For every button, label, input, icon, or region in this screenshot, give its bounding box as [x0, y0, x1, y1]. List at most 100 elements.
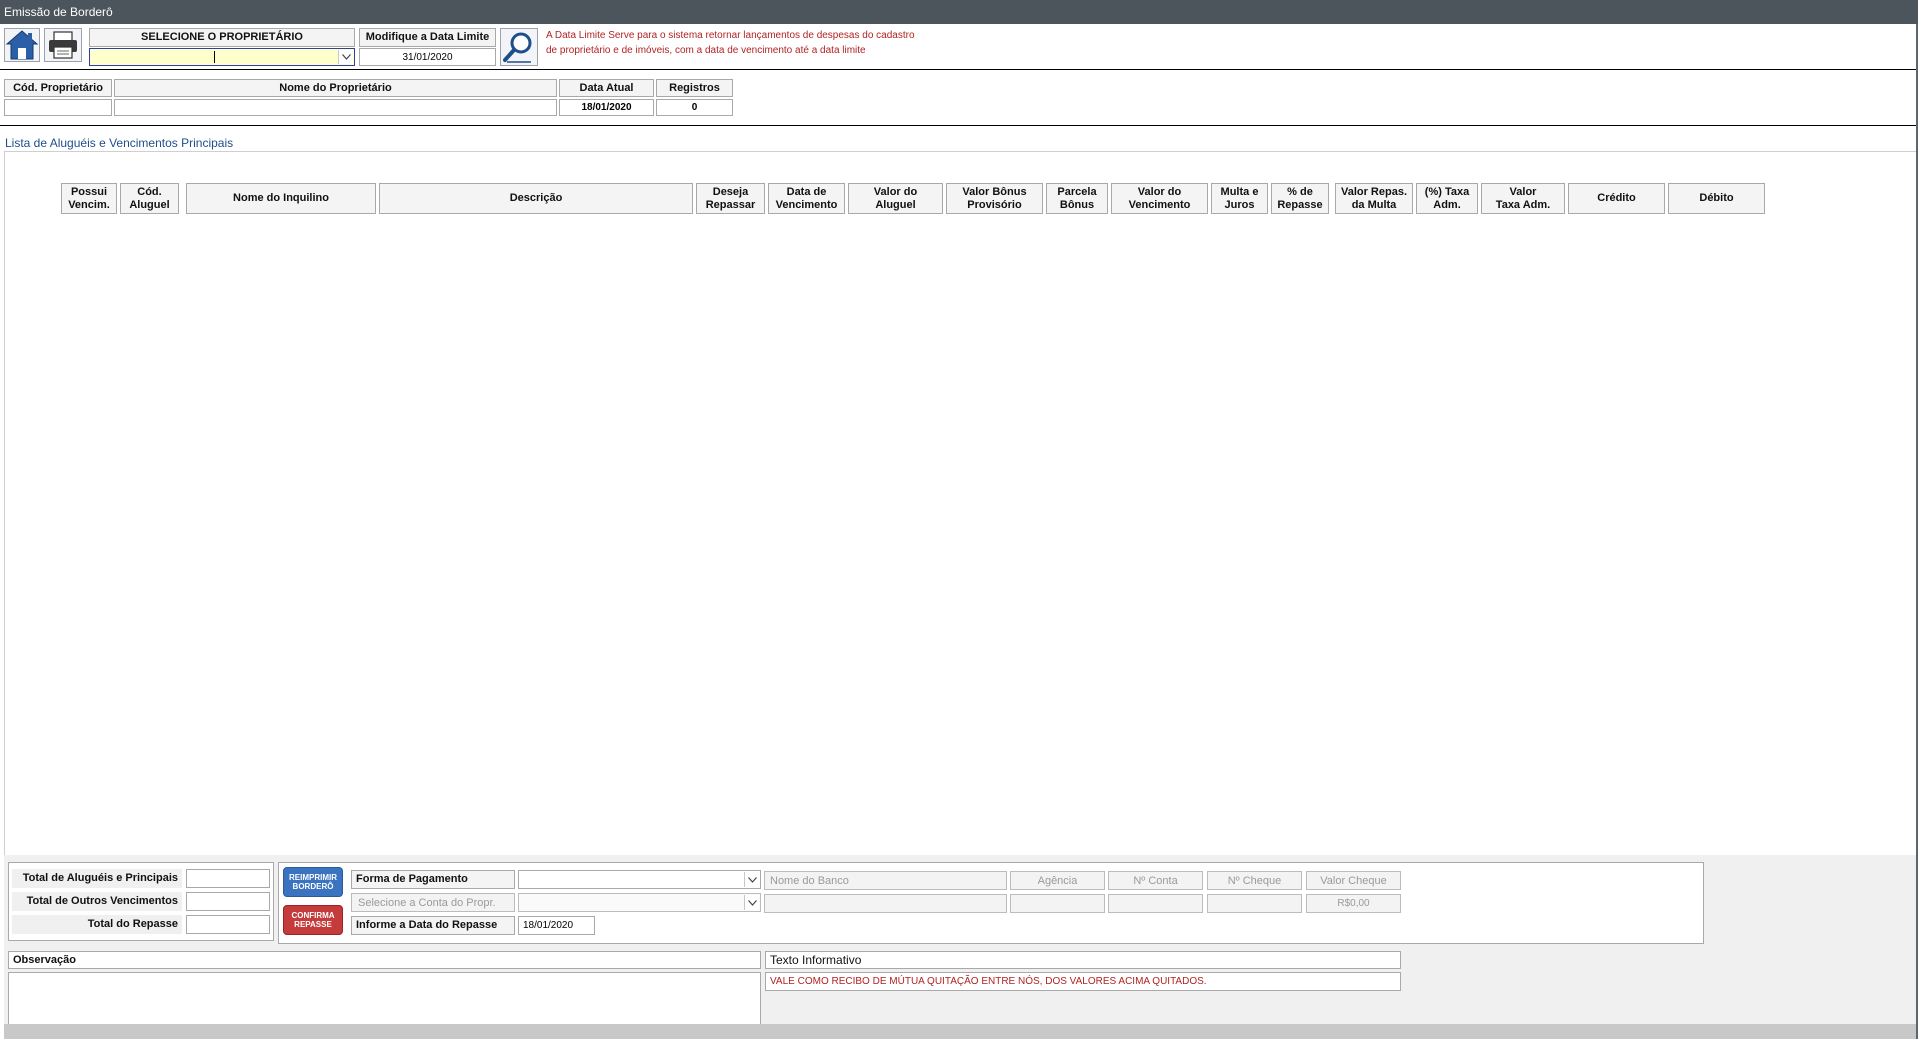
- list-column-header-label: Descrição: [509, 192, 563, 204]
- owner-divider: [0, 125, 1916, 126]
- list-title: Lista de Aluguéis e Vencimentos Principa…: [5, 136, 234, 150]
- current-date-value: 18/01/2020: [559, 99, 654, 116]
- status-strip: [4, 1024, 1916, 1039]
- bank-name-label: Nome do Banco: [764, 871, 1007, 890]
- list-column-header-label: Aluguel: [129, 198, 170, 211]
- list-column-header[interactable]: Débito: [1668, 183, 1765, 214]
- list-column-header-label: Taxa Adm.: [1495, 198, 1551, 211]
- window-title: Emissão de Borderô: [4, 5, 113, 19]
- list-column-header[interactable]: Deseja Repassar: [696, 183, 765, 214]
- date-limit-input[interactable]: 31/01/2020: [359, 48, 496, 66]
- list-column-header[interactable]: Cód. Aluguel: [120, 183, 179, 214]
- list-column-header[interactable]: Multa e Juros: [1211, 183, 1268, 214]
- records-value: 0: [656, 99, 733, 116]
- list-column-header[interactable]: Nome do Inquilino: [186, 183, 376, 214]
- window-title-bar: Emissão de Borderô: [0, 0, 1918, 24]
- list-column-header-label: Nome do Inquilino: [233, 192, 329, 204]
- total-other-label: Total de Outros Vencimentos: [12, 892, 182, 911]
- agency-value: [1010, 894, 1105, 913]
- payment-method-select[interactable]: [518, 870, 761, 889]
- list-column-header-label: Possui: [70, 185, 108, 198]
- printer-icon: [49, 31, 77, 59]
- list-column-header-label: Valor do: [1137, 185, 1182, 198]
- list-column-header-label: Repasse: [1277, 198, 1323, 211]
- list-column-header[interactable]: Valor Taxa Adm.: [1481, 183, 1565, 214]
- list-column-header-label: Provisório: [967, 198, 1022, 211]
- list-column-header-label: % de: [1287, 185, 1313, 198]
- chevron-down-icon[interactable]: [744, 872, 759, 887]
- agency-label: Agência: [1010, 871, 1105, 890]
- total-rent-value: [186, 869, 270, 888]
- list-column-header-label: Aluguel: [875, 198, 916, 211]
- chevron-down-icon[interactable]: [744, 895, 759, 910]
- list-column-header-label: Cód.: [137, 185, 162, 198]
- list-column-header-label: Valor Bônus: [962, 185, 1027, 198]
- owner-name-header: Nome do Proprietário: [114, 79, 557, 97]
- list-column-header-label: Parcela: [1057, 185, 1097, 198]
- payment-method-label: Forma de Pagamento: [351, 870, 515, 889]
- list-column-header[interactable]: % de Repasse: [1271, 183, 1329, 214]
- list-column-header-label: Multa e: [1220, 185, 1259, 198]
- owner-code-value: [4, 99, 112, 116]
- list-column-header-label: Repassar: [705, 198, 756, 211]
- print-button[interactable]: [44, 28, 82, 62]
- list-column-header-label: Juros: [1224, 198, 1255, 211]
- total-transfer-label: Total do Repasse: [12, 915, 182, 934]
- rent-list[interactable]: Possui Vencim. Cód. Aluguel Nome do Inquilin…: [4, 152, 1916, 855]
- list-column-header-label: Valor Repas.: [1340, 185, 1408, 198]
- informative-text-label: Texto Informativo: [765, 951, 1401, 969]
- search-button[interactable]: [500, 28, 538, 66]
- home-icon: [5, 30, 39, 60]
- list-column-header-label: Valor: [1509, 185, 1537, 198]
- list-column-header-label: Vencimento: [1128, 198, 1191, 211]
- owner-select-header: SELECIONE O PROPRIETÁRIO: [89, 28, 355, 47]
- home-button[interactable]: [4, 28, 40, 62]
- list-column-header[interactable]: Crédito: [1568, 183, 1665, 214]
- list-column-header-label: (%) Taxa: [1424, 185, 1470, 198]
- list-column-header-label: Adm.: [1433, 198, 1461, 211]
- transfer-date-input[interactable]: 18/01/2020: [518, 916, 595, 935]
- list-column-header[interactable]: Valor do Vencimento: [1111, 183, 1208, 214]
- list-column-header-label: Valor do: [873, 185, 918, 198]
- account-number-value: [1108, 894, 1203, 913]
- check-number-value: [1207, 894, 1302, 913]
- list-column-header[interactable]: Descrição: [379, 183, 693, 214]
- list-column-header-label: Crédito: [1597, 192, 1636, 204]
- records-header: Registros: [656, 79, 733, 97]
- owner-code-header: Cód. Proprietário: [4, 79, 112, 97]
- observation-label: Observação: [8, 951, 761, 969]
- list-column-header[interactable]: Valor Repas. da Multa: [1335, 183, 1413, 214]
- text-cursor: [214, 51, 215, 63]
- account-number-label: Nº Conta: [1108, 871, 1203, 890]
- list-column-header-label: Data de: [786, 185, 827, 198]
- list-column-header-label: da Multa: [1351, 198, 1397, 211]
- owner-select[interactable]: [89, 48, 355, 66]
- bank-name-value: [764, 894, 1007, 913]
- informative-text-value[interactable]: VALE COMO RECIBO DE MÚTUA QUITAÇÃO ENTRE…: [765, 972, 1401, 991]
- date-limit-info: A Data Limite Serve para o sistema retor…: [546, 28, 1006, 58]
- list-column-header[interactable]: Valor do Aluguel: [848, 183, 943, 214]
- account-select[interactable]: [518, 893, 761, 912]
- list-column-header-label: Vencimento: [775, 198, 838, 211]
- total-transfer-value: [186, 915, 270, 934]
- date-limit-info-line2: de proprietário e de imóveis, com a data…: [546, 45, 866, 56]
- list-column-header-label: Deseja: [712, 185, 749, 198]
- owner-name-value: [114, 99, 557, 116]
- toolbar-divider: [0, 69, 1916, 70]
- check-number-label: Nº Cheque: [1207, 871, 1302, 890]
- list-column-header[interactable]: Valor Bônus Provisório: [946, 183, 1043, 214]
- main-window: SELECIONE O PROPRIETÁRIO Modifique a Dat…: [0, 24, 1918, 1039]
- list-column-header[interactable]: Possui Vencim.: [61, 183, 117, 214]
- chevron-down-icon[interactable]: [338, 50, 353, 64]
- list-column-header-label: Bônus: [1059, 198, 1095, 211]
- check-value-value: R$0,00: [1306, 894, 1401, 913]
- list-column-header[interactable]: (%) Taxa Adm.: [1416, 183, 1478, 214]
- date-limit-header: Modifique a Data Limite: [359, 28, 496, 47]
- check-value-label: Valor Cheque: [1306, 871, 1401, 890]
- confirm-transfer-button[interactable]: CONFIRMA REPASSE: [283, 905, 343, 935]
- reprint-bordero-button[interactable]: REIMPRIMIR BORDERÔ: [283, 867, 343, 897]
- list-column-header[interactable]: Data de Vencimento: [768, 183, 845, 214]
- list-column-header-label: Débito: [1699, 192, 1734, 204]
- date-limit-info-line1: A Data Limite Serve para o sistema retor…: [546, 30, 915, 41]
- list-column-header[interactable]: Parcela Bônus: [1046, 183, 1108, 214]
